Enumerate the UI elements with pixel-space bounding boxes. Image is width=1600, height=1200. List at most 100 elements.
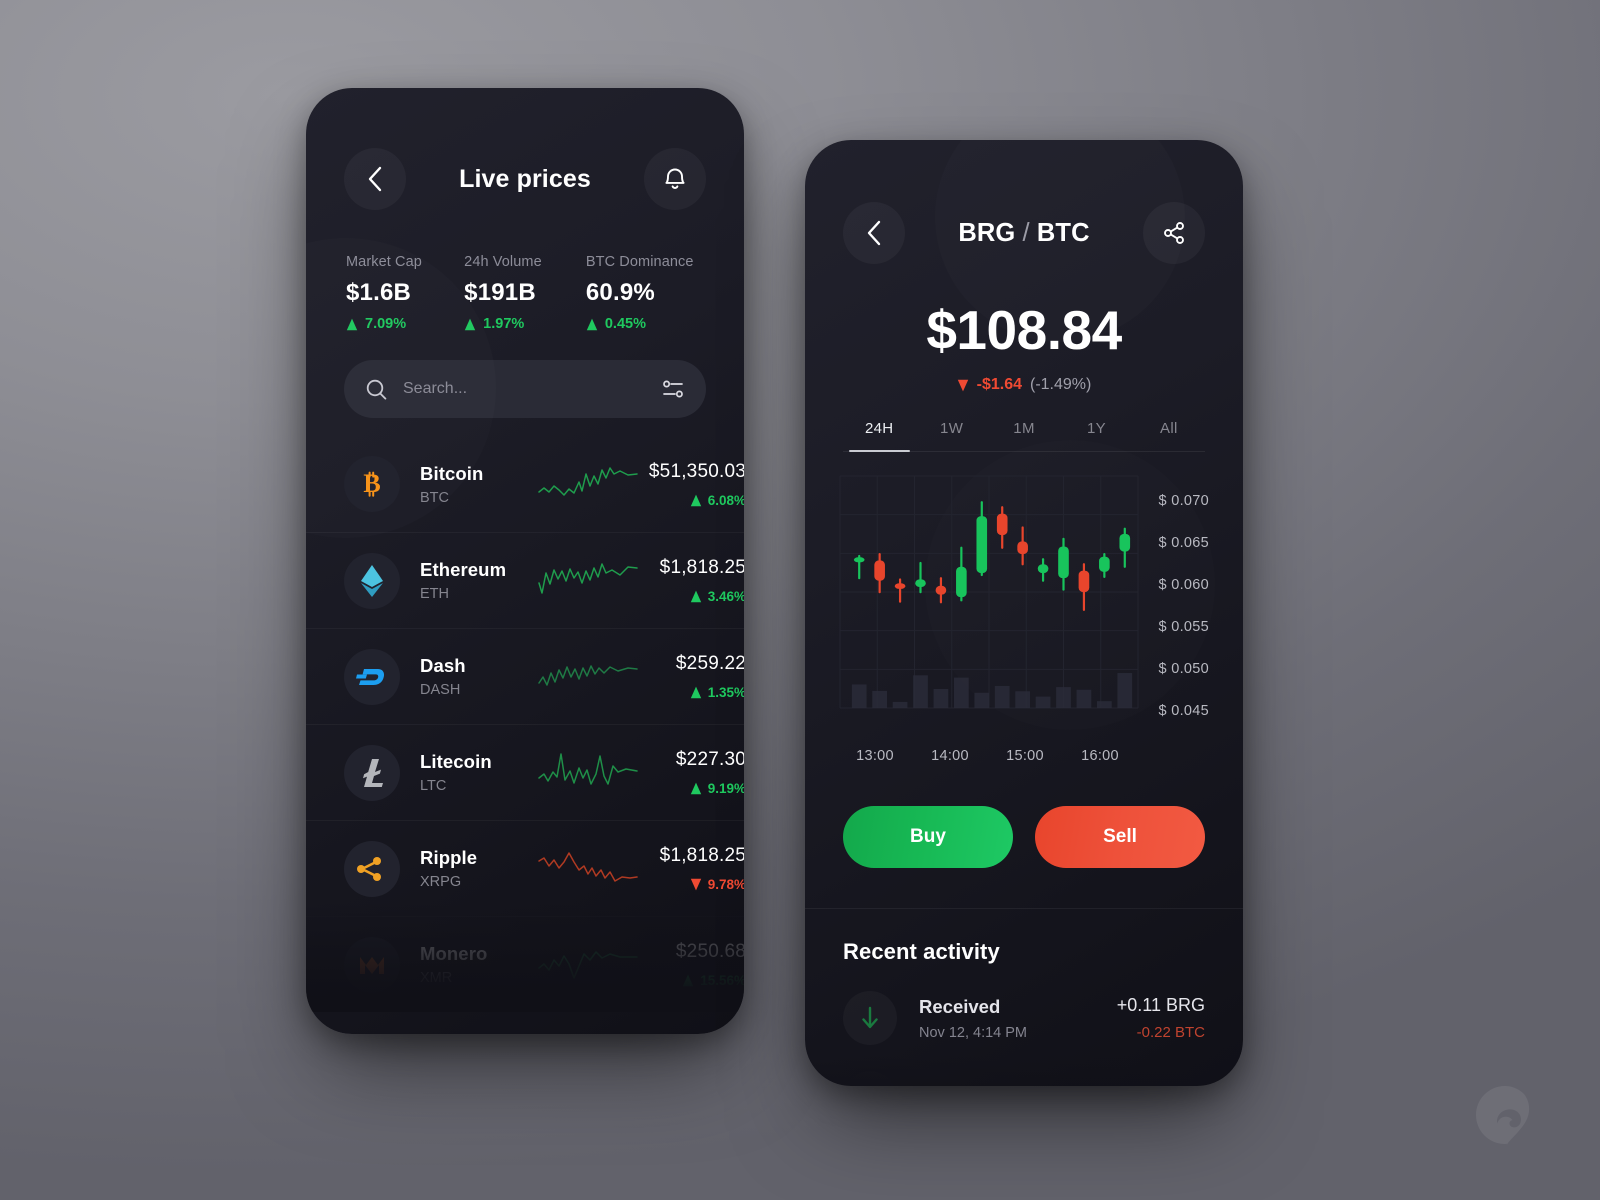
pair-base: BRG <box>958 218 1016 247</box>
pair-separator: / <box>1022 218 1030 247</box>
coin-row-ethereum[interactable]: Ethereum ETH $1,818.25 3.46% <box>306 532 744 628</box>
stat-change: 7.09% <box>346 316 464 332</box>
coin-symbol: ETH <box>420 586 449 602</box>
search-input[interactable] <box>403 380 646 398</box>
sparkline-icon <box>538 467 638 496</box>
coin-price-block: $1,818.25 9.78% <box>638 845 744 892</box>
notifications-button[interactable] <box>643 148 706 210</box>
coin-row-litecoin[interactable]: Litecoin LTC $227.30 9.19% <box>306 724 744 820</box>
coin-name: Ripple <box>420 847 478 868</box>
coin-list: B Bitcoin BTC $51,350.03 6.08% Ethereum … <box>306 436 744 1012</box>
tab-1y[interactable]: 1Y <box>1060 420 1132 451</box>
recent-activity-section: Recent activity Received Nov 12, 4:14 PM… <box>805 908 1243 1086</box>
tab-1w[interactable]: 1W <box>915 420 987 451</box>
activity-icon-wrapper <box>843 991 897 1045</box>
timeframe-tabs: 24H 1W 1M 1Y All <box>843 420 1205 452</box>
stat-change-value: 0.45% <box>604 316 646 332</box>
coin-row-bitcoin[interactable]: B Bitcoin BTC $51,350.03 6.08% <box>306 436 744 532</box>
coin-price-block: $259.22 1.35% <box>638 653 744 700</box>
coin-symbol: LTC <box>420 778 447 794</box>
ethereum-icon <box>361 564 383 597</box>
page-title: Live prices <box>459 164 591 193</box>
trend-up-icon <box>690 494 701 506</box>
sparkline-icon <box>538 664 638 686</box>
search-bar[interactable] <box>344 360 706 418</box>
sparkline <box>538 462 638 506</box>
coin-change-value: 3.46% <box>707 589 744 604</box>
activity-amount-secondary: -0.22 BTC <box>1136 1024 1205 1041</box>
x-axis: 13:00 14:00 15:00 16:00 <box>805 732 1243 764</box>
activity-date: Nov 12, 4:14 PM <box>919 1024 1027 1041</box>
coin-price-block: $227.30 9.19% <box>638 749 744 796</box>
phone-left-live-prices: Live prices Market Cap $1.6B 7.09% 24h V… <box>306 88 744 1034</box>
coin-row-ripple[interactable]: Ripple XRPG $1,818.25 9.78% <box>306 820 744 916</box>
sliders-icon[interactable] <box>662 379 684 399</box>
coin-change: 9.19% <box>638 781 744 796</box>
coin-name: Litecoin <box>420 751 492 772</box>
share-button[interactable] <box>1143 202 1205 264</box>
activity-row[interactable]: Received +0.27 BRG <box>805 1045 1243 1086</box>
stat-btc-dominance: BTC Dominance 60.9% 0.45% <box>586 254 704 332</box>
coin-icon-wrapper <box>344 648 400 705</box>
coin-icon-wrapper <box>344 552 400 609</box>
coin-symbol: XRPG <box>420 874 462 890</box>
candlestick-chart[interactable] <box>839 474 1139 732</box>
coin-meta: Dash DASH <box>420 655 538 698</box>
pair-title: BRG / BTC <box>958 219 1089 248</box>
coin-row-dash[interactable]: Dash DASH $259.22 1.35% <box>306 628 744 724</box>
trend-up-icon <box>464 318 476 330</box>
tab-1m[interactable]: 1M <box>988 420 1060 451</box>
activity-icon-wrapper <box>843 1071 897 1086</box>
chevron-left-icon <box>867 220 881 246</box>
tab-all[interactable]: All <box>1133 420 1205 451</box>
price-change: -$1.64 (-1.49%) <box>805 376 1243 394</box>
bell-icon <box>665 168 685 189</box>
coin-change: 6.08% <box>638 493 744 508</box>
coin-change: 1.35% <box>638 685 744 700</box>
x-tick: 16:00 <box>1081 748 1119 764</box>
tab-24h[interactable]: 24H <box>843 420 915 452</box>
back-button[interactable] <box>344 148 406 210</box>
search-section <box>306 332 744 418</box>
activity-meta: Received Nov 12, 4:14 PM <box>919 996 1117 1041</box>
coin-icon-wrapper <box>344 744 400 801</box>
market-stats: Market Cap $1.6B 7.09% 24h Volume $191B … <box>306 210 744 332</box>
y-tick: $ 0.045 <box>1158 703 1209 719</box>
coin-price: $1,818.25 <box>659 845 744 866</box>
chevron-left-icon <box>368 166 382 192</box>
coin-change-value: 6.08% <box>707 492 744 508</box>
stat-label: BTC Dominance <box>585 254 694 270</box>
trend-down-icon <box>957 379 968 391</box>
phone-right-pair-detail: BRG / BTC $108.84 -$1.64 (-1.49%) 24H 1W… <box>805 140 1243 1086</box>
activity-amount: +0.11 BRG <box>1116 995 1205 1015</box>
price-change-percent: (-1.49%) <box>1030 376 1092 393</box>
left-header: Live prices <box>306 88 744 210</box>
sell-button[interactable]: Sell <box>1035 806 1205 868</box>
trend-up-icon <box>690 782 701 795</box>
section-title: Recent activity <box>843 939 1000 964</box>
coin-name: Ethereum <box>420 559 507 580</box>
coin-row-monero[interactable]: Monero XMR $250.68 15.56% <box>306 916 744 1012</box>
coin-price: $227.30 <box>675 749 744 770</box>
coin-symbol: BTC <box>420 489 449 506</box>
sparkline-icon <box>538 752 638 785</box>
trend-up-icon <box>586 318 598 330</box>
trend-up-icon <box>690 686 701 699</box>
trend-down-icon <box>690 878 701 891</box>
share-icon <box>1164 222 1184 244</box>
trade-actions: Buy Sell <box>805 764 1243 868</box>
coin-change-value: 9.78% <box>707 877 744 892</box>
back-button[interactable] <box>843 202 905 264</box>
chart-svg <box>839 475 1139 709</box>
coin-change-value: 9.19% <box>707 781 744 796</box>
sparkline <box>538 657 638 697</box>
monero-icon <box>360 956 384 974</box>
buy-button[interactable]: Buy <box>843 806 1013 868</box>
right-header: BRG / BTC <box>805 140 1243 264</box>
coin-price-block: $250.68 15.56% <box>638 941 744 988</box>
trend-up-icon <box>690 590 701 603</box>
y-tick: $ 0.070 <box>1158 493 1209 509</box>
ripple-icon <box>357 856 381 881</box>
activity-row[interactable]: Received Nov 12, 4:14 PM +0.11 BRG -0.22… <box>805 965 1243 1045</box>
y-tick: $ 0.060 <box>1158 577 1209 593</box>
